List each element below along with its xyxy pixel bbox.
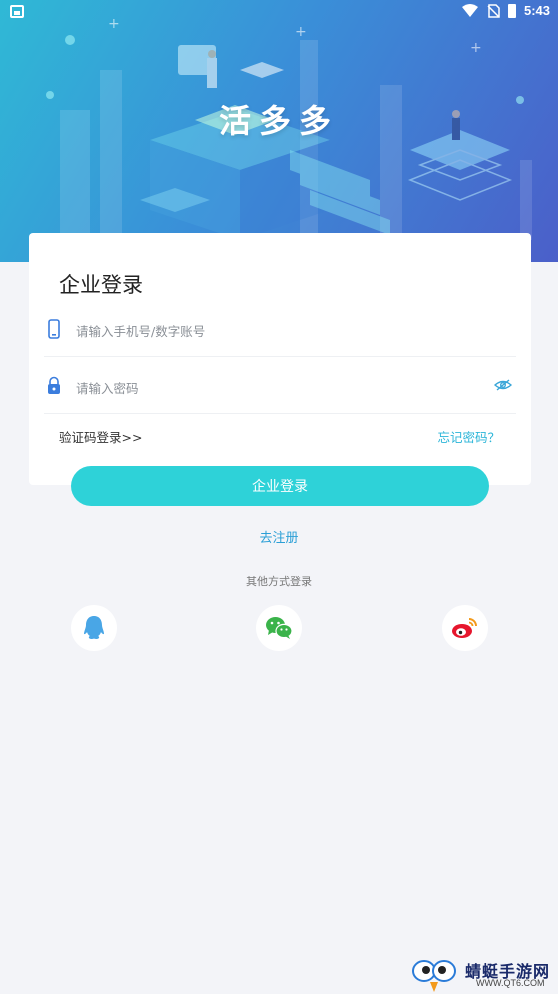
app-title: 活多多 <box>218 102 339 140</box>
login-card: 企业登录 请输入手机号/数字账号 请输入密码 验证码登录>> 忘记密码？ <box>29 233 531 485</box>
wechat-icon <box>266 617 293 639</box>
wifi-icon <box>461 3 478 17</box>
phone-placeholder: 请输入手机号/数字账号 <box>76 324 206 339</box>
sms-login-link[interactable]: 验证码登录>> <box>59 427 142 446</box>
qq-login-button[interactable] <box>71 605 117 651</box>
eye-hidden-icon[interactable] <box>494 378 512 392</box>
lock-icon <box>48 376 60 394</box>
forgot-password-link[interactable]: 忘记密码？ <box>437 427 500 446</box>
wechat-login-button[interactable] <box>256 605 302 651</box>
other-login-label: 其他方式登录 <box>246 575 312 588</box>
dragonfly-logo-icon <box>412 960 456 992</box>
login-button[interactable]: 企业登录 <box>71 466 489 506</box>
svg-text:+: + <box>470 40 482 56</box>
weibo-icon <box>452 618 477 638</box>
no-sim-icon <box>487 3 500 18</box>
status-bar: 5:43 <box>0 0 558 26</box>
phone-icon <box>48 319 60 339</box>
svg-text:+: + <box>295 24 307 40</box>
gallery-notification-icon <box>10 5 24 18</box>
status-time: 5:43 <box>523 3 550 18</box>
watermark-url: WWW.QT6.COM <box>476 978 545 988</box>
watermark: 蜻蜓手游网 WWW.QT6.COM <box>410 955 558 994</box>
password-placeholder: 请输入密码 <box>76 381 139 396</box>
register-link[interactable]: 去注册 <box>0 527 558 546</box>
password-field[interactable]: 请输入密码 <box>44 358 516 414</box>
card-title: 企业登录 <box>59 273 143 297</box>
qq-icon <box>84 616 104 639</box>
hero-banner: + + + 5:43 活多多 <box>0 0 558 262</box>
phone-field[interactable]: 请输入手机号/数字账号 <box>44 301 516 357</box>
weibo-login-button[interactable] <box>442 605 488 651</box>
battery-icon <box>507 3 516 18</box>
